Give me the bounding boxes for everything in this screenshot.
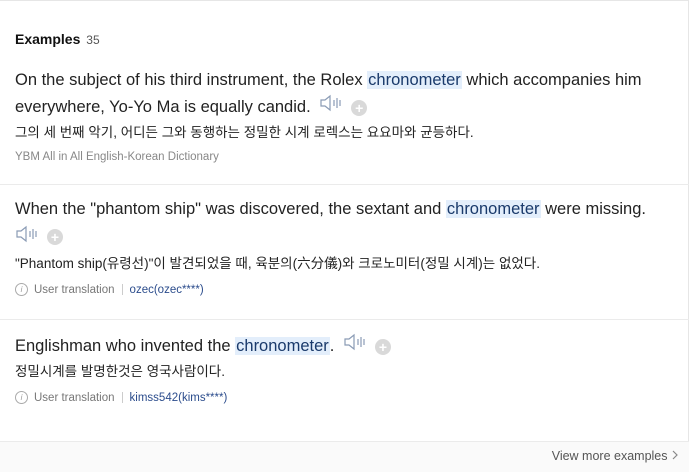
speaker-icon[interactable] <box>319 94 345 121</box>
speaker-icon[interactable] <box>15 225 41 248</box>
meta-separator <box>121 284 123 295</box>
example-item: When the "phantom ship" was discovered, … <box>15 196 675 296</box>
example-source: YBM All in All English-Korean Dictionary <box>15 151 219 164</box>
plus-icon[interactable]: + <box>351 99 368 116</box>
section-title: Examples <box>15 31 81 47</box>
example-sentence: When the "phantom ship" was discovered, … <box>15 196 675 223</box>
sentence-text: When the "phantom ship" was discovered, … <box>15 200 446 218</box>
divider <box>0 319 689 320</box>
chevron-right-icon <box>671 449 679 463</box>
top-border <box>0 0 689 1</box>
footer: View more examples <box>0 441 689 472</box>
korean-translation: 그의 세 번째 악기, 어디든 그와 동행하는 정밀한 시계 로렉스는 요요마와… <box>15 125 474 141</box>
example-item: On the subject of his third instrument, … <box>15 67 675 163</box>
sentence-text: On the subject of his third instrument, … <box>15 71 368 89</box>
translation-meta: i User translation ozec(ozec****) <box>15 283 675 296</box>
example-item: Englishman who invented the chronometer.… <box>15 333 675 405</box>
highlighted-term[interactable]: chronometer <box>235 337 330 355</box>
example-sentence: On the subject of his third instrument, … <box>15 67 675 121</box>
korean-translation: "Phantom ship(유령선)"이 발견되었을 때, 육분의(六分儀)와 … <box>15 256 540 271</box>
meta-label: User translation <box>34 391 115 404</box>
highlighted-term[interactable]: chronometer <box>445 200 541 218</box>
translator-link[interactable]: kimss542(kims****) <box>130 392 228 404</box>
translator-link[interactable]: ozec(ozec****) <box>130 284 204 296</box>
speaker-icon[interactable] <box>343 333 369 360</box>
example-count: 35 <box>86 33 100 47</box>
meta-label: User translation <box>34 283 115 296</box>
korean-translation: 정밀시계를 발명한것은 영국사람이다. <box>15 364 225 380</box>
plus-icon[interactable]: + <box>374 338 391 355</box>
highlighted-term[interactable]: chronometer <box>367 71 462 89</box>
info-icon[interactable]: i <box>15 391 28 405</box>
sentence-text: Englishman who invented the <box>15 337 236 355</box>
plus-icon[interactable]: + <box>47 228 63 245</box>
view-more-label: View more examples <box>551 449 668 463</box>
translation-meta: i User translation kimss542(kims****) <box>15 391 675 405</box>
example-sentence: Englishman who invented the chronometer.… <box>15 333 675 360</box>
sentence-text: . <box>329 337 335 355</box>
audio-controls: + <box>15 225 675 249</box>
sentence-text: were missing. <box>540 200 646 218</box>
divider <box>0 184 689 185</box>
meta-separator <box>121 392 123 404</box>
view-more-examples-link[interactable]: View more examples <box>552 449 679 463</box>
section-header: Examples 35 <box>15 31 100 47</box>
info-icon[interactable]: i <box>15 283 28 296</box>
